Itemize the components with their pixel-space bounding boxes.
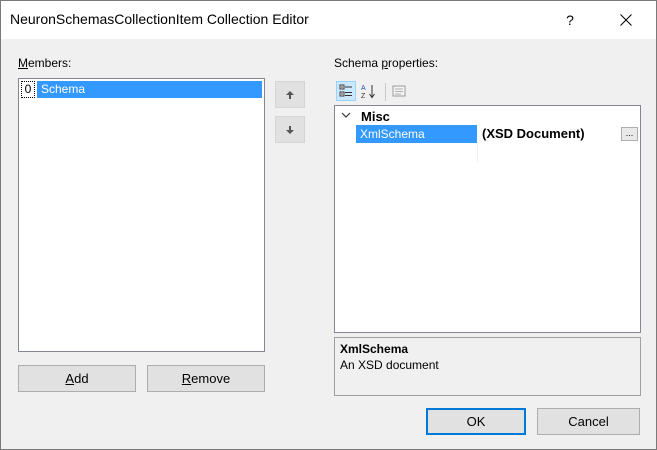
chevron-down-icon[interactable]: [340, 109, 352, 121]
close-icon: [620, 14, 632, 26]
alphabetical-button[interactable]: A Z: [358, 81, 378, 101]
property-pages-button[interactable]: [389, 81, 409, 101]
categorized-button[interactable]: [336, 81, 356, 101]
property-value[interactable]: (XSD Document): [482, 125, 585, 143]
move-up-button[interactable]: [275, 81, 305, 108]
category-label: Misc: [361, 109, 390, 124]
toolbar-separator: [385, 83, 386, 101]
members-label: Members:: [18, 56, 72, 70]
close-button[interactable]: [603, 1, 649, 39]
remove-button[interactable]: Remove: [147, 365, 265, 392]
categorized-icon: [339, 84, 352, 97]
window-title: NeuronSchemasCollectionItem Collection E…: [10, 11, 309, 27]
help-icon: ?: [566, 12, 574, 28]
description-title: XmlSchema: [340, 342, 409, 356]
svg-text:Z: Z: [361, 93, 366, 99]
help-button[interactable]: ?: [547, 1, 593, 39]
category-row[interactable]: Misc: [335, 107, 640, 125]
description-text: An XSD document: [340, 358, 439, 372]
property-row[interactable]: XmlSchema (XSD Document) ...: [335, 125, 640, 162]
arrow-down-icon: [286, 125, 294, 134]
list-item[interactable]: 0 Schema: [21, 81, 262, 98]
move-down-button[interactable]: [275, 116, 305, 143]
property-name[interactable]: XmlSchema: [356, 125, 477, 143]
svg-text:A: A: [361, 85, 366, 92]
title-bar: NeuronSchemasCollectionItem Collection E…: [1, 1, 656, 39]
description-panel: XmlSchema An XSD document: [334, 337, 641, 396]
property-grid[interactable]: Misc XmlSchema (XSD Document) ...: [334, 105, 641, 333]
sort-alphabetical-icon: A Z: [361, 85, 375, 99]
grid-divider: [477, 144, 478, 162]
list-item-label[interactable]: Schema: [37, 81, 262, 98]
arrow-up-icon: [286, 90, 294, 99]
properties-label: Schema properties:: [334, 56, 439, 70]
add-button[interactable]: Add: [18, 365, 136, 392]
ok-button[interactable]: OK: [426, 408, 526, 435]
list-item-index: 0: [21, 81, 35, 98]
property-pages-icon: [392, 85, 406, 97]
members-list[interactable]: 0 Schema: [18, 78, 265, 352]
collection-editor-dialog: NeuronSchemasCollectionItem Collection E…: [0, 0, 657, 450]
cancel-button[interactable]: Cancel: [537, 408, 640, 435]
ellipsis-button[interactable]: ...: [621, 127, 638, 141]
property-toolbar: A Z: [334, 81, 414, 103]
